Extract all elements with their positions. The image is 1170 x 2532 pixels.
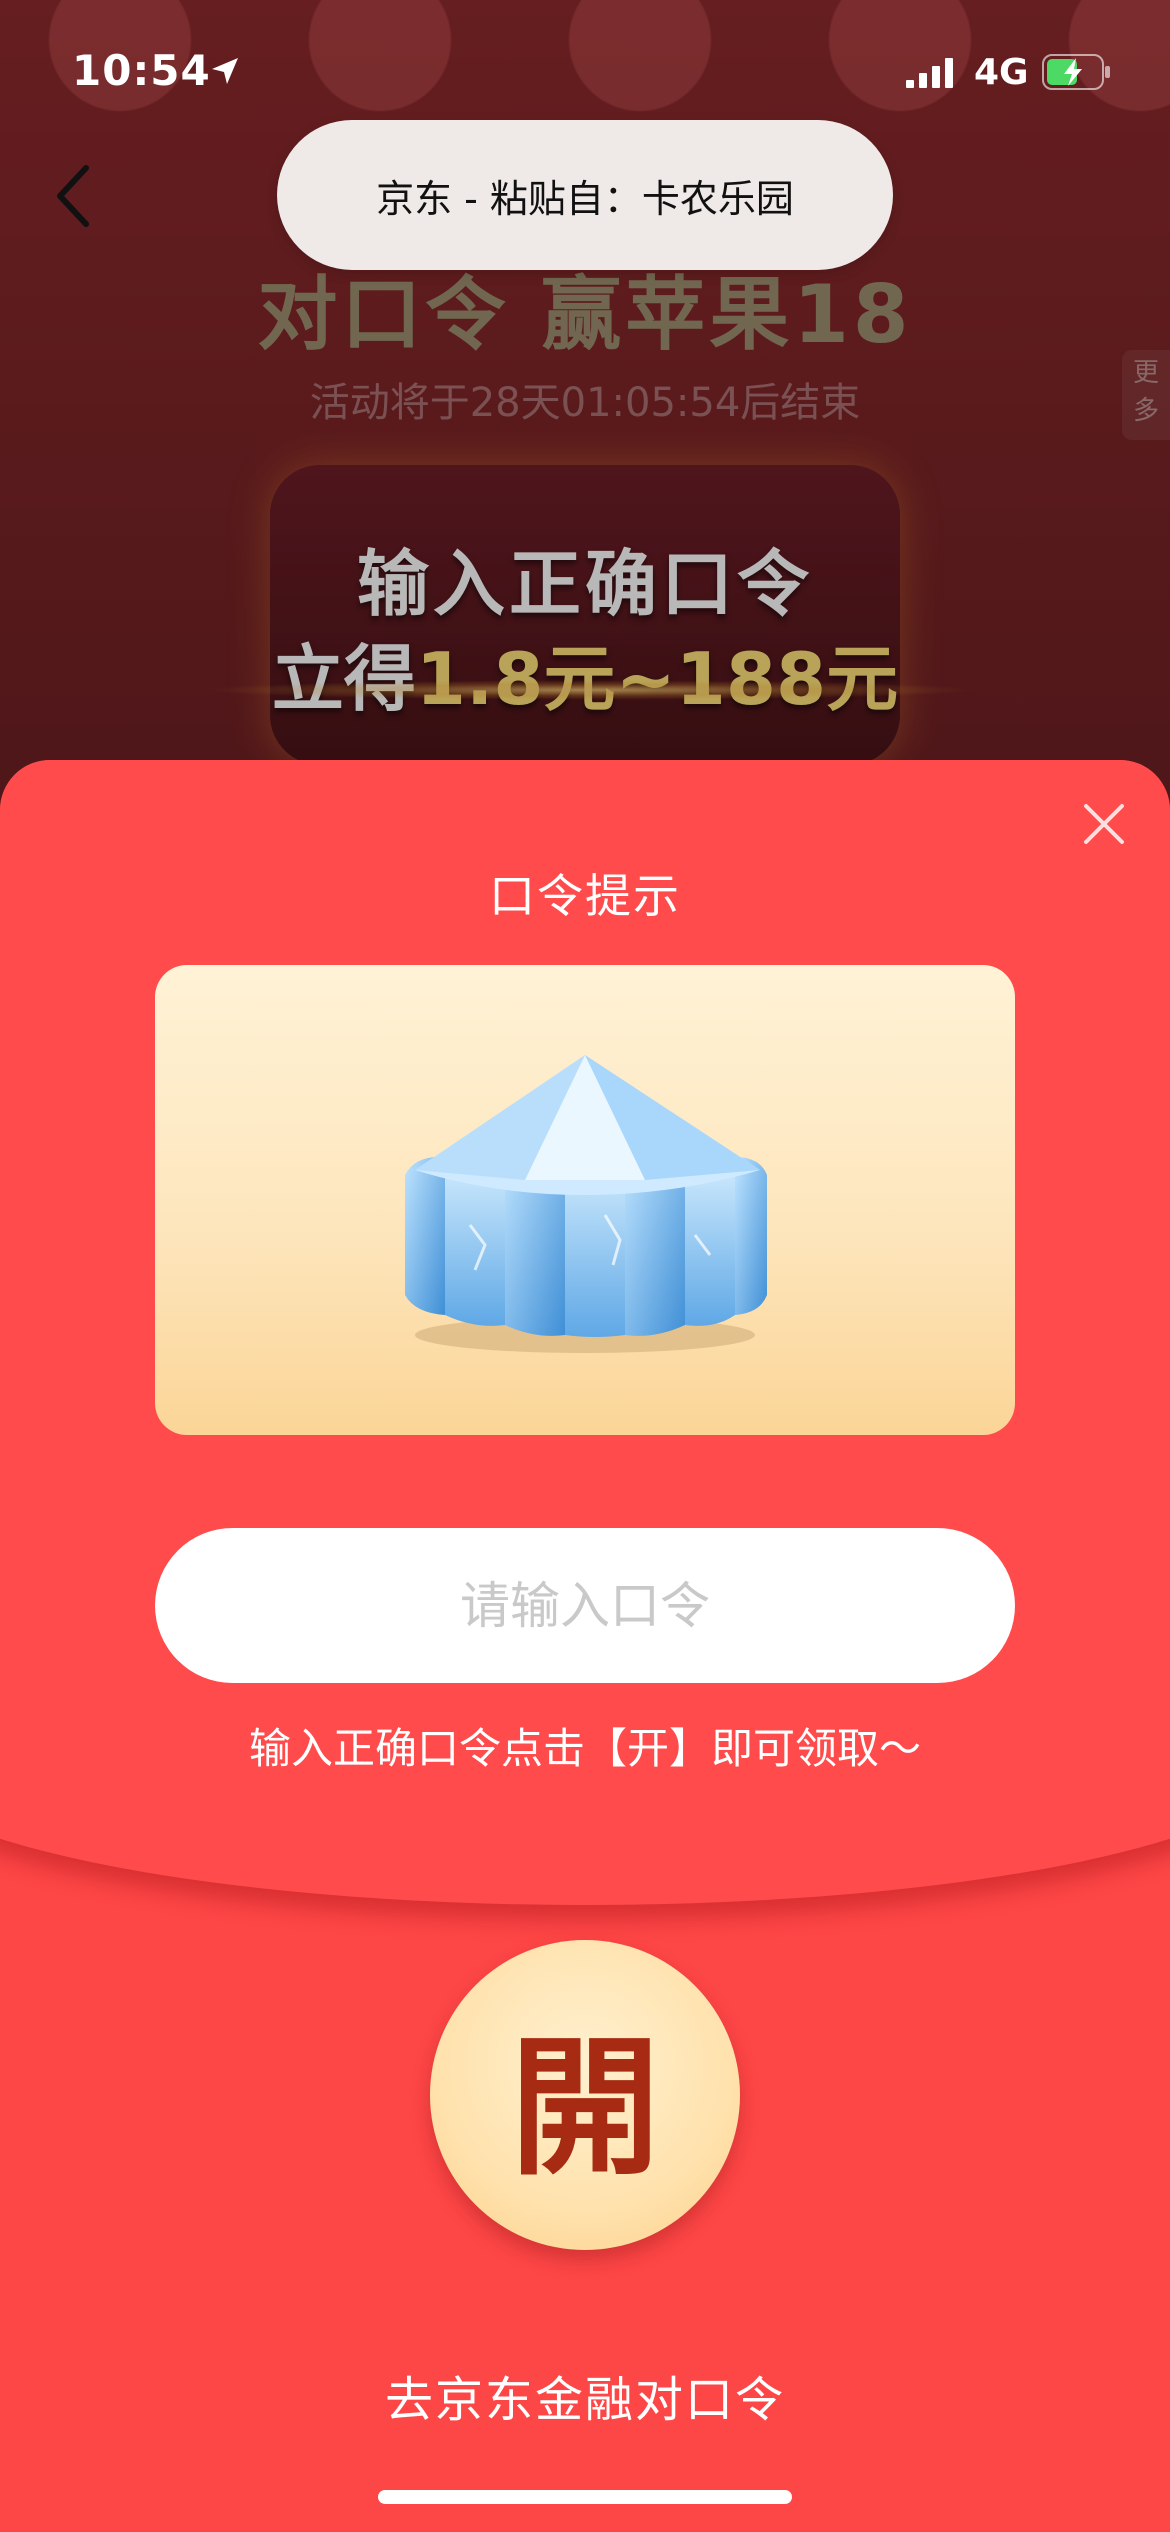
open-button[interactable]: 開 [430,1940,740,2250]
password-input[interactable] [155,1528,1015,1683]
password-sheet: 口令提示 请输入口令 输入正确口令点击【开】即可领取～ 開 去京东金融对口令 [0,760,1170,2532]
battery-charging-icon [1042,54,1110,90]
home-indicator [378,2490,792,2504]
hint-card [155,965,1015,1435]
jd-finance-link[interactable]: 去京东金融对口令 [0,2360,1170,2430]
network-label: 4G [974,52,1029,93]
instruction-text: 输入正确口令点击【开】即可领取～ [248,1724,921,1773]
close-icon[interactable] [1082,802,1126,846]
location-arrow-icon [212,58,238,84]
status-bar: 10:54 4G [0,0,1170,140]
status-time: 10:54 [72,46,211,95]
ice-crystal-icon [405,1055,767,1353]
chevron-left-icon[interactable] [48,160,98,232]
signal-bars-icon [906,58,953,88]
sheet-title: 口令提示 [489,869,681,923]
paste-toast: 京东 - 粘贴自：卡农乐园 [277,120,893,270]
